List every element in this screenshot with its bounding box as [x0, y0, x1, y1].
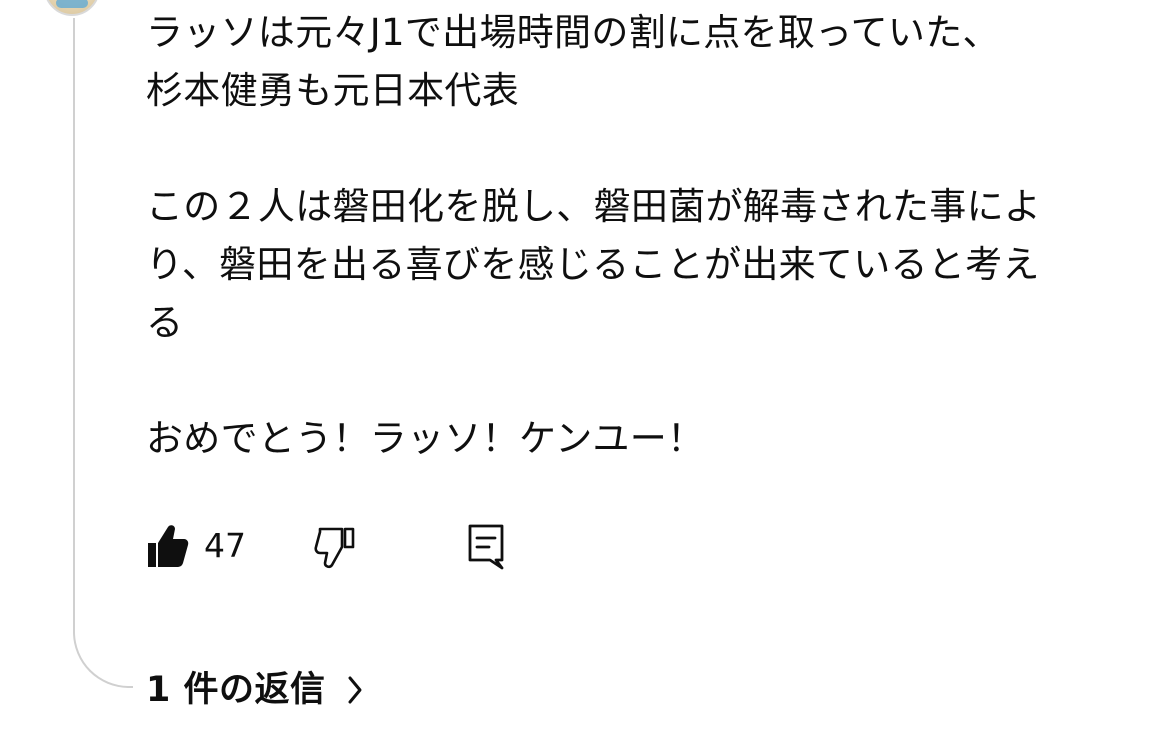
reply-button[interactable]: [464, 520, 508, 572]
view-replies-button[interactable]: 1 件の返信: [146, 664, 366, 716]
thumbs-down-outline-icon: [314, 527, 355, 569]
comment-reply-icon: [468, 524, 504, 570]
like-count: 47: [204, 526, 246, 565]
chevron-right-icon: [344, 673, 366, 707]
dislike-button[interactable]: [314, 522, 358, 570]
thread-connector-line: [73, 18, 133, 688]
comment-actions: 47: [146, 520, 566, 572]
comment-text: ラッソは元々J1で出場時間の割に点を取っていた、 杉本健勇も元日本代表 この２人…: [146, 11, 1042, 460]
like-button[interactable]: [146, 522, 190, 570]
avatar[interactable]: [44, 0, 100, 16]
replies-count-label: 1 件の返信: [146, 670, 326, 710]
thumbs-up-filled-icon: [148, 525, 189, 567]
